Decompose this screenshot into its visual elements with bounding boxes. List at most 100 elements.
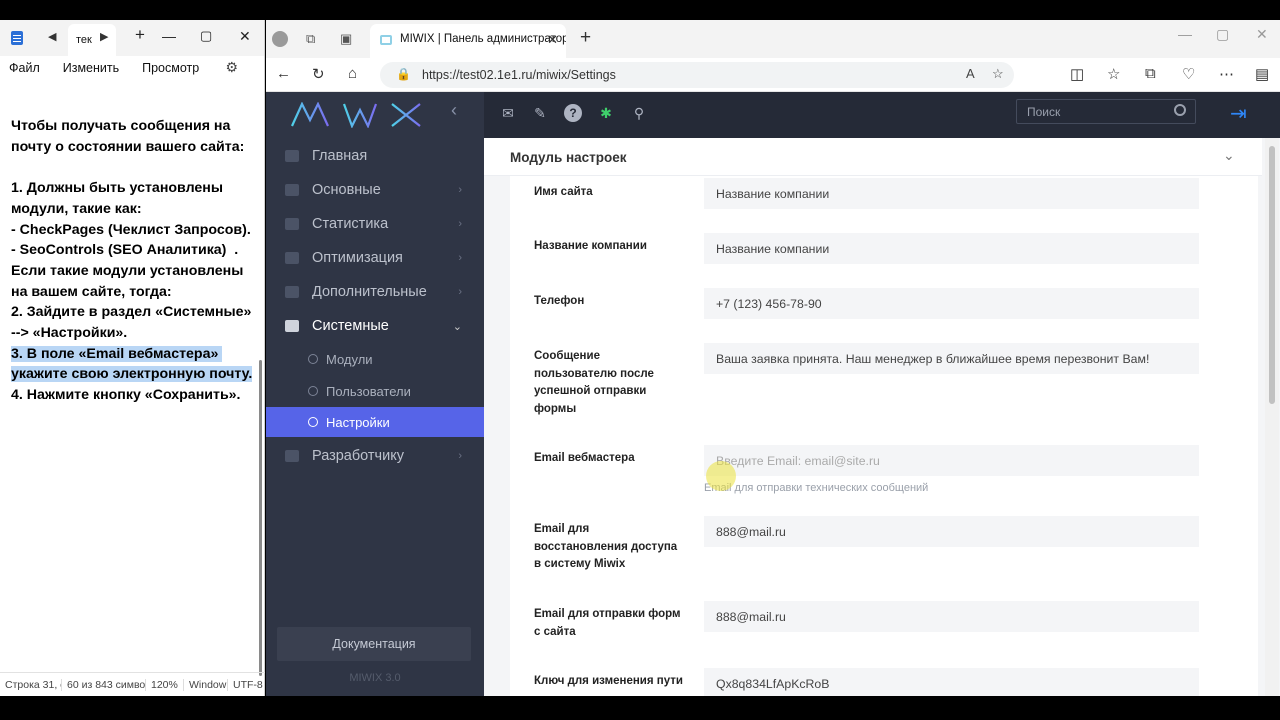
- circle-question-icon: [308, 354, 318, 364]
- logout-icon[interactable]: ⇥: [1230, 101, 1247, 126]
- notepad-tab[interactable]: тек: [68, 24, 116, 56]
- read-aloud-icon[interactable]: A: [966, 66, 975, 81]
- admin-app: ‹ Главная Основные › Статистика › Оптимиза…: [266, 92, 1280, 696]
- server-icon: [285, 320, 299, 332]
- webmaster-email-field[interactable]: Введите Email: email@site.ru: [704, 445, 1199, 476]
- phone-field[interactable]: +7 (123) 456-78-90: [704, 288, 1199, 319]
- collapse-sidebar-icon[interactable]: ‹: [451, 100, 457, 121]
- success-message-field[interactable]: Ваша заявка принята. Наш менеджер в ближ…: [704, 343, 1199, 374]
- status-position: Строка 31, с: [0, 678, 62, 691]
- minimize-icon[interactable]: —: [1178, 26, 1192, 42]
- chevron-right-icon: ›: [458, 252, 462, 264]
- nav-label: Разработчику: [312, 448, 404, 464]
- path-key-label: Ключ для изменения пути: [534, 675, 683, 687]
- nav-developer[interactable]: Разработчику ›: [266, 439, 484, 473]
- notepad-statusbar: Строка 31, с 60 из 843 симво 120% Window…: [0, 672, 265, 696]
- nav-label: Статистика: [312, 216, 389, 232]
- edit-icon[interactable]: ✎: [531, 104, 549, 122]
- circle-question-icon: [308, 386, 318, 396]
- scrollbar-thumb[interactable]: [1269, 146, 1275, 404]
- favorites-icon[interactable]: ☆: [1107, 65, 1120, 83]
- miwix-logo: [290, 102, 421, 128]
- help-icon[interactable]: ?: [564, 104, 582, 122]
- notepad-scrollbar[interactable]: [259, 360, 262, 676]
- maximize-icon[interactable]: ▢: [1216, 26, 1229, 43]
- status-line-ending: Window: [184, 678, 228, 691]
- browser-tabstrip: ⧉ ▣ MIWIX | Панель администратор ✕ + — ▢…: [266, 20, 1280, 58]
- tab-scroll-left-icon[interactable]: ◀: [48, 30, 56, 43]
- nav-sub-modules[interactable]: Модули: [266, 344, 484, 374]
- company-name-field[interactable]: Название компании: [704, 233, 1199, 264]
- notepad-titlebar: ◀ тек ▶ + — ▢ ✕: [0, 20, 264, 56]
- documentation-button[interactable]: Документация: [277, 627, 471, 661]
- nav-label: Главная: [312, 148, 368, 164]
- tab-close-icon[interactable]: ✕: [547, 32, 558, 48]
- site-name-label: Имя сайта: [534, 186, 593, 198]
- nav-sub-label: Модули: [326, 351, 373, 367]
- panel-header[interactable]: Модуль настроек ⌄: [484, 138, 1262, 176]
- new-tab-icon[interactable]: +: [135, 25, 145, 45]
- new-tab-icon[interactable]: +: [580, 27, 591, 49]
- maximize-icon[interactable]: ▢: [200, 28, 212, 44]
- nav-main[interactable]: Главная: [266, 139, 484, 173]
- text-selection: 3. В поле «Email вебмастера» укажите сво…: [11, 345, 253, 383]
- site-name-field[interactable]: Название компании: [704, 178, 1199, 209]
- status-encoding: UTF-8: [233, 678, 263, 691]
- url-text: https://test02.1e1.ru/miwix/Settings: [422, 68, 616, 82]
- notepad-text-area[interactable]: Чтобы получать сообщения на почту о сост…: [11, 116, 259, 406]
- split-screen-icon[interactable]: ◫: [1070, 65, 1084, 83]
- nav-optimization[interactable]: Оптимизация ›: [266, 241, 484, 275]
- browser-tab[interactable]: MIWIX | Панель администратор ✕: [370, 24, 566, 58]
- recovery-email-label: Email для восстановления доступа в систе…: [534, 523, 678, 570]
- phone-label: Телефон: [534, 295, 585, 307]
- workspaces-icon[interactable]: ⧉: [306, 31, 322, 47]
- nav-stats[interactable]: Статистика ›: [266, 207, 484, 241]
- sidebar-toggle-icon[interactable]: ▤: [1255, 65, 1269, 83]
- search-icon[interactable]: [1174, 104, 1186, 116]
- webmaster-email-help: Email для отправки технических сообщений: [704, 482, 929, 494]
- sidebar: ‹ Главная Основные › Статистика › Оптимиза…: [266, 92, 492, 696]
- path-key-field[interactable]: Qx8q834LfApKcRoB: [704, 668, 1199, 696]
- tab-scroll-right-icon[interactable]: ▶: [100, 30, 108, 43]
- location-pin-icon[interactable]: ⚲: [630, 104, 648, 122]
- chevron-right-icon: ›: [458, 286, 462, 298]
- minimize-icon[interactable]: —: [162, 28, 176, 44]
- bug-icon[interactable]: ✱: [597, 104, 615, 122]
- notepad-menubar: Файл Изменить Просмотр ⚙: [0, 56, 264, 80]
- nav-label: Системные: [312, 318, 389, 334]
- collections-icon[interactable]: ⧉: [1145, 65, 1156, 82]
- chevron-down-icon[interactable]: ⌄: [1223, 147, 1235, 164]
- menu-view[interactable]: Просмотр: [142, 61, 199, 75]
- browser-essentials-icon[interactable]: ♡: [1182, 65, 1195, 83]
- menu-file[interactable]: Файл: [9, 61, 40, 75]
- webmaster-email-label: Email вебмастера: [534, 452, 635, 464]
- browser-tab-title: MIWIX | Панель администратор: [400, 33, 566, 45]
- nav-basic[interactable]: Основные ›: [266, 173, 484, 207]
- nav-label: Оптимизация: [312, 250, 403, 266]
- tab-actions-icon[interactable]: ▣: [340, 31, 356, 47]
- gear-icon[interactable]: ⚙: [225, 59, 238, 76]
- nav-label: Дополнительные: [312, 284, 427, 300]
- nav-label: Основные: [312, 182, 381, 198]
- address-bar[interactable]: 🔒 https://test02.1e1.ru/miwix/Settings A…: [380, 62, 1014, 88]
- close-icon[interactable]: ✕: [239, 28, 251, 45]
- more-menu-icon[interactable]: ⋯: [1219, 65, 1234, 83]
- nav-system[interactable]: Системные ⌄: [266, 309, 484, 343]
- recovery-email-field[interactable]: 888@mail.ru: [704, 516, 1199, 547]
- main-scrollbar[interactable]: [1265, 138, 1279, 696]
- nav-extra[interactable]: Дополнительные ›: [266, 275, 484, 309]
- reload-icon[interactable]: ↻: [312, 65, 325, 83]
- menu-edit[interactable]: Изменить: [63, 61, 119, 75]
- favorite-star-icon[interactable]: ☆: [992, 66, 1004, 82]
- search-input[interactable]: Поиск: [1016, 99, 1196, 124]
- profile-icon[interactable]: [272, 31, 288, 47]
- lock-icon[interactable]: 🔒: [396, 67, 411, 81]
- home-icon[interactable]: ⌂: [348, 65, 357, 82]
- settings-content: Модуль настроек ⌄ Имя сайта Название ком…: [484, 138, 1280, 696]
- close-icon[interactable]: ✕: [1256, 26, 1268, 43]
- nav-sub-settings[interactable]: Настройки: [266, 407, 492, 437]
- nav-sub-users[interactable]: Пользователи: [266, 376, 484, 406]
- back-icon[interactable]: ←: [276, 65, 291, 82]
- forms-email-field[interactable]: 888@mail.ru: [704, 601, 1199, 632]
- inbox-icon[interactable]: ✉: [499, 104, 517, 122]
